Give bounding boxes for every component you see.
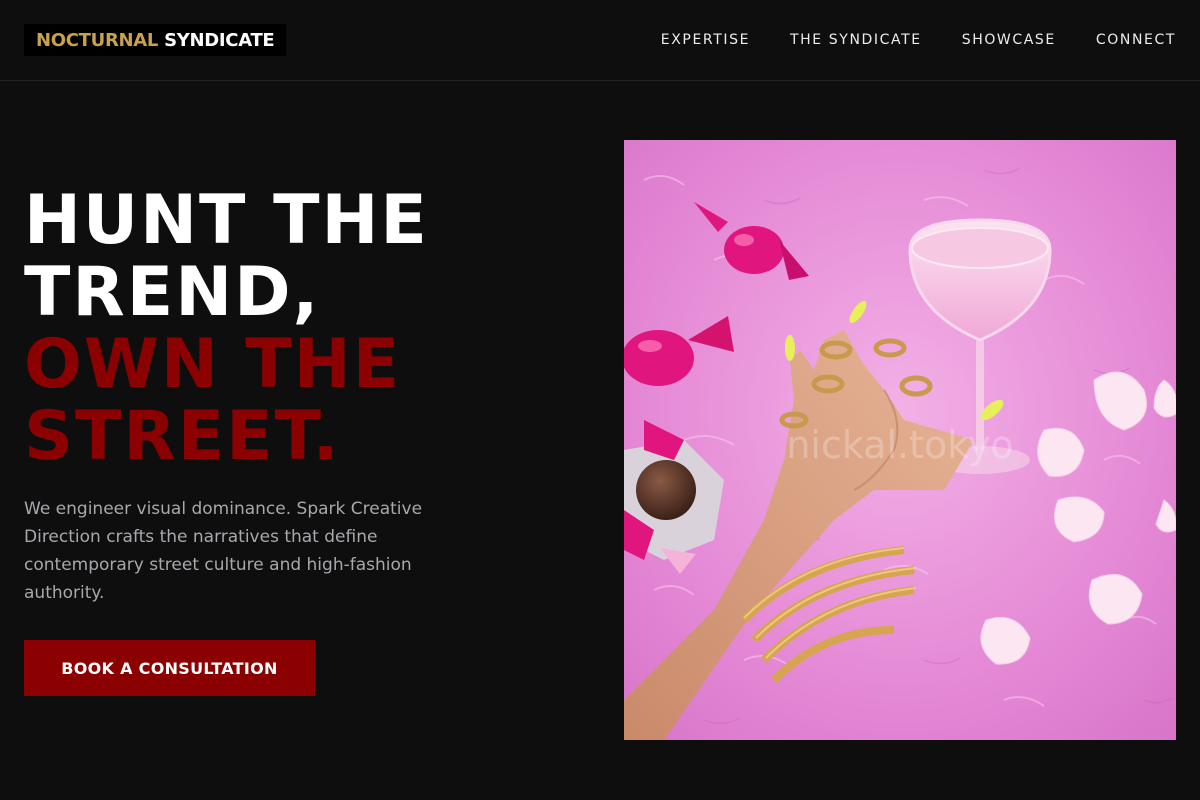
nav-link-the-syndicate[interactable]: THE SYNDICATE (790, 32, 922, 48)
image-watermark: nickal.tokyo (786, 423, 1013, 467)
headline-line-2: TREND, (24, 253, 321, 332)
hero-subtext: We engineer visual dominance. Spark Crea… (24, 499, 423, 603)
book-consultation-button[interactable]: BOOK A CONSULTATION (24, 640, 315, 696)
nav-link-showcase[interactable]: SHOWCASE (962, 32, 1056, 48)
site-header: NOCTURNAL SYNDICATE EXPERTISE THE SYNDIC… (0, 0, 1200, 81)
brand-logo[interactable]: NOCTURNAL SYNDICATE (24, 24, 287, 56)
headline-line-3: OWN THE (24, 325, 402, 404)
main-nav: EXPERTISE THE SYNDICATE SHOWCASE CONNECT (661, 0, 1176, 80)
hero-headline: HUNT THE TREND, OWN THE STREET. (24, 185, 584, 473)
headline-line-4: STREET. (24, 397, 341, 476)
brand-name-syndicate: SYNDICATE (164, 29, 275, 51)
hero-image: nickal.tokyo (624, 140, 1176, 740)
headline-line-1: HUNT THE (24, 181, 429, 260)
brand-name-nocturnal: NOCTURNAL (36, 29, 159, 51)
nav-link-expertise[interactable]: EXPERTISE (661, 32, 750, 48)
nav-link-connect[interactable]: CONNECT (1096, 32, 1176, 48)
